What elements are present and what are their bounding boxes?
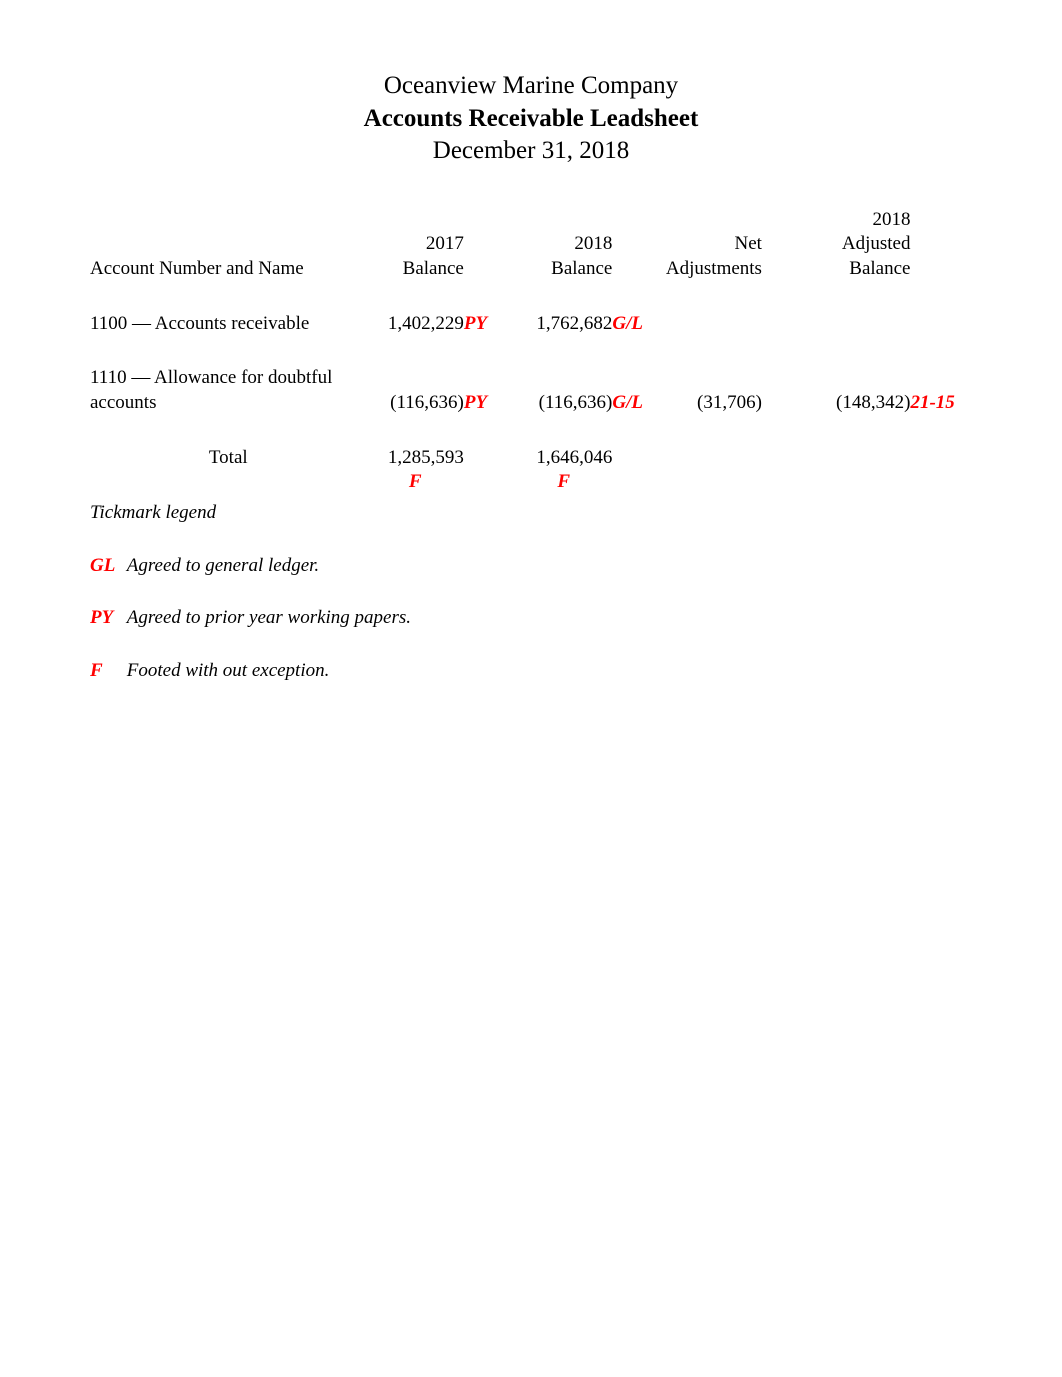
legend-code-gl: GL — [90, 554, 122, 579]
document-title: Accounts Receivable Leadsheet — [90, 103, 972, 136]
total-row: Total 1,285,593 1,646,046 — [90, 446, 972, 471]
col-header-adj-l1: Net — [735, 233, 762, 254]
total-2017: 1,285,593 — [367, 446, 464, 471]
legend-desc: Agreed to prior year working papers. — [127, 607, 411, 628]
company-name: Oceanview Marine Company — [90, 70, 972, 103]
total-tickmark-row: F F — [90, 470, 972, 495]
tickmark-f: F — [557, 471, 570, 492]
legend-item: F Footed with out exception. — [90, 659, 972, 684]
col-header-2018-l2: Balance — [551, 258, 612, 279]
balance-2018: 1,762,682 — [515, 312, 612, 337]
tickmark-gl: G/L — [612, 392, 643, 413]
balance-2017: 1,402,229 — [367, 312, 464, 337]
tickmark-legend: Tickmark legend GL Agreed to general led… — [90, 501, 972, 684]
tickmark-gl: G/L — [612, 313, 643, 334]
adjusted-balance: (148,342) — [813, 366, 910, 415]
col-header-adjbal-l2: Adjusted — [842, 233, 911, 254]
col-header-account: Account Number and Name — [90, 258, 304, 279]
balance-2018: (116,636) — [515, 366, 612, 415]
legend-item: PY Agreed to prior year working papers. — [90, 606, 972, 631]
legend-desc: Footed with out exception. — [127, 660, 330, 681]
tickmark-py: PY — [464, 313, 487, 334]
col-header-2017-l2: Balance — [403, 258, 464, 279]
workpaper-ref: 21-15 — [910, 392, 954, 413]
adjusted-balance — [813, 312, 910, 337]
total-2018: 1,646,046 — [515, 446, 612, 471]
table-row: 1100 — Accounts receivable 1,402,229 PY … — [90, 312, 972, 337]
balance-2017: (116,636) — [367, 366, 464, 415]
legend-code-py: PY — [90, 606, 122, 631]
col-header-adj-l2: Adjustments — [666, 258, 762, 279]
tickmark-py: PY — [464, 392, 487, 413]
col-header-adjbal-l1: 2018 — [872, 209, 910, 230]
net-adjustments — [664, 312, 762, 337]
col-header-2017-l1: 2017 — [426, 233, 464, 254]
col-header-2018-l1: 2018 — [574, 233, 612, 254]
column-headers-row: Account Number and Name 2017 Balance 201… — [90, 208, 972, 282]
tickmark-f: F — [409, 471, 422, 492]
table-row: 1110 — Allowance for doubtful accounts (… — [90, 366, 972, 415]
col-header-adjbal-l3: Balance — [849, 258, 910, 279]
legend-title: Tickmark legend — [90, 501, 972, 526]
legend-code-f: F — [90, 659, 122, 684]
legend-item: GL Agreed to general ledger. — [90, 554, 972, 579]
total-label: Total — [90, 446, 367, 471]
document-header: Oceanview Marine Company Accounts Receiv… — [90, 70, 972, 168]
leadsheet-table: Account Number and Name 2017 Balance 201… — [90, 208, 972, 496]
document-date: December 31, 2018 — [90, 135, 972, 168]
legend-desc: Agreed to general ledger. — [127, 555, 319, 576]
net-adjustments: (31,706) — [664, 366, 762, 415]
account-name: 1100 — Accounts receivable — [90, 312, 367, 337]
account-name: 1110 — Allowance for doubtful accounts — [90, 366, 367, 415]
